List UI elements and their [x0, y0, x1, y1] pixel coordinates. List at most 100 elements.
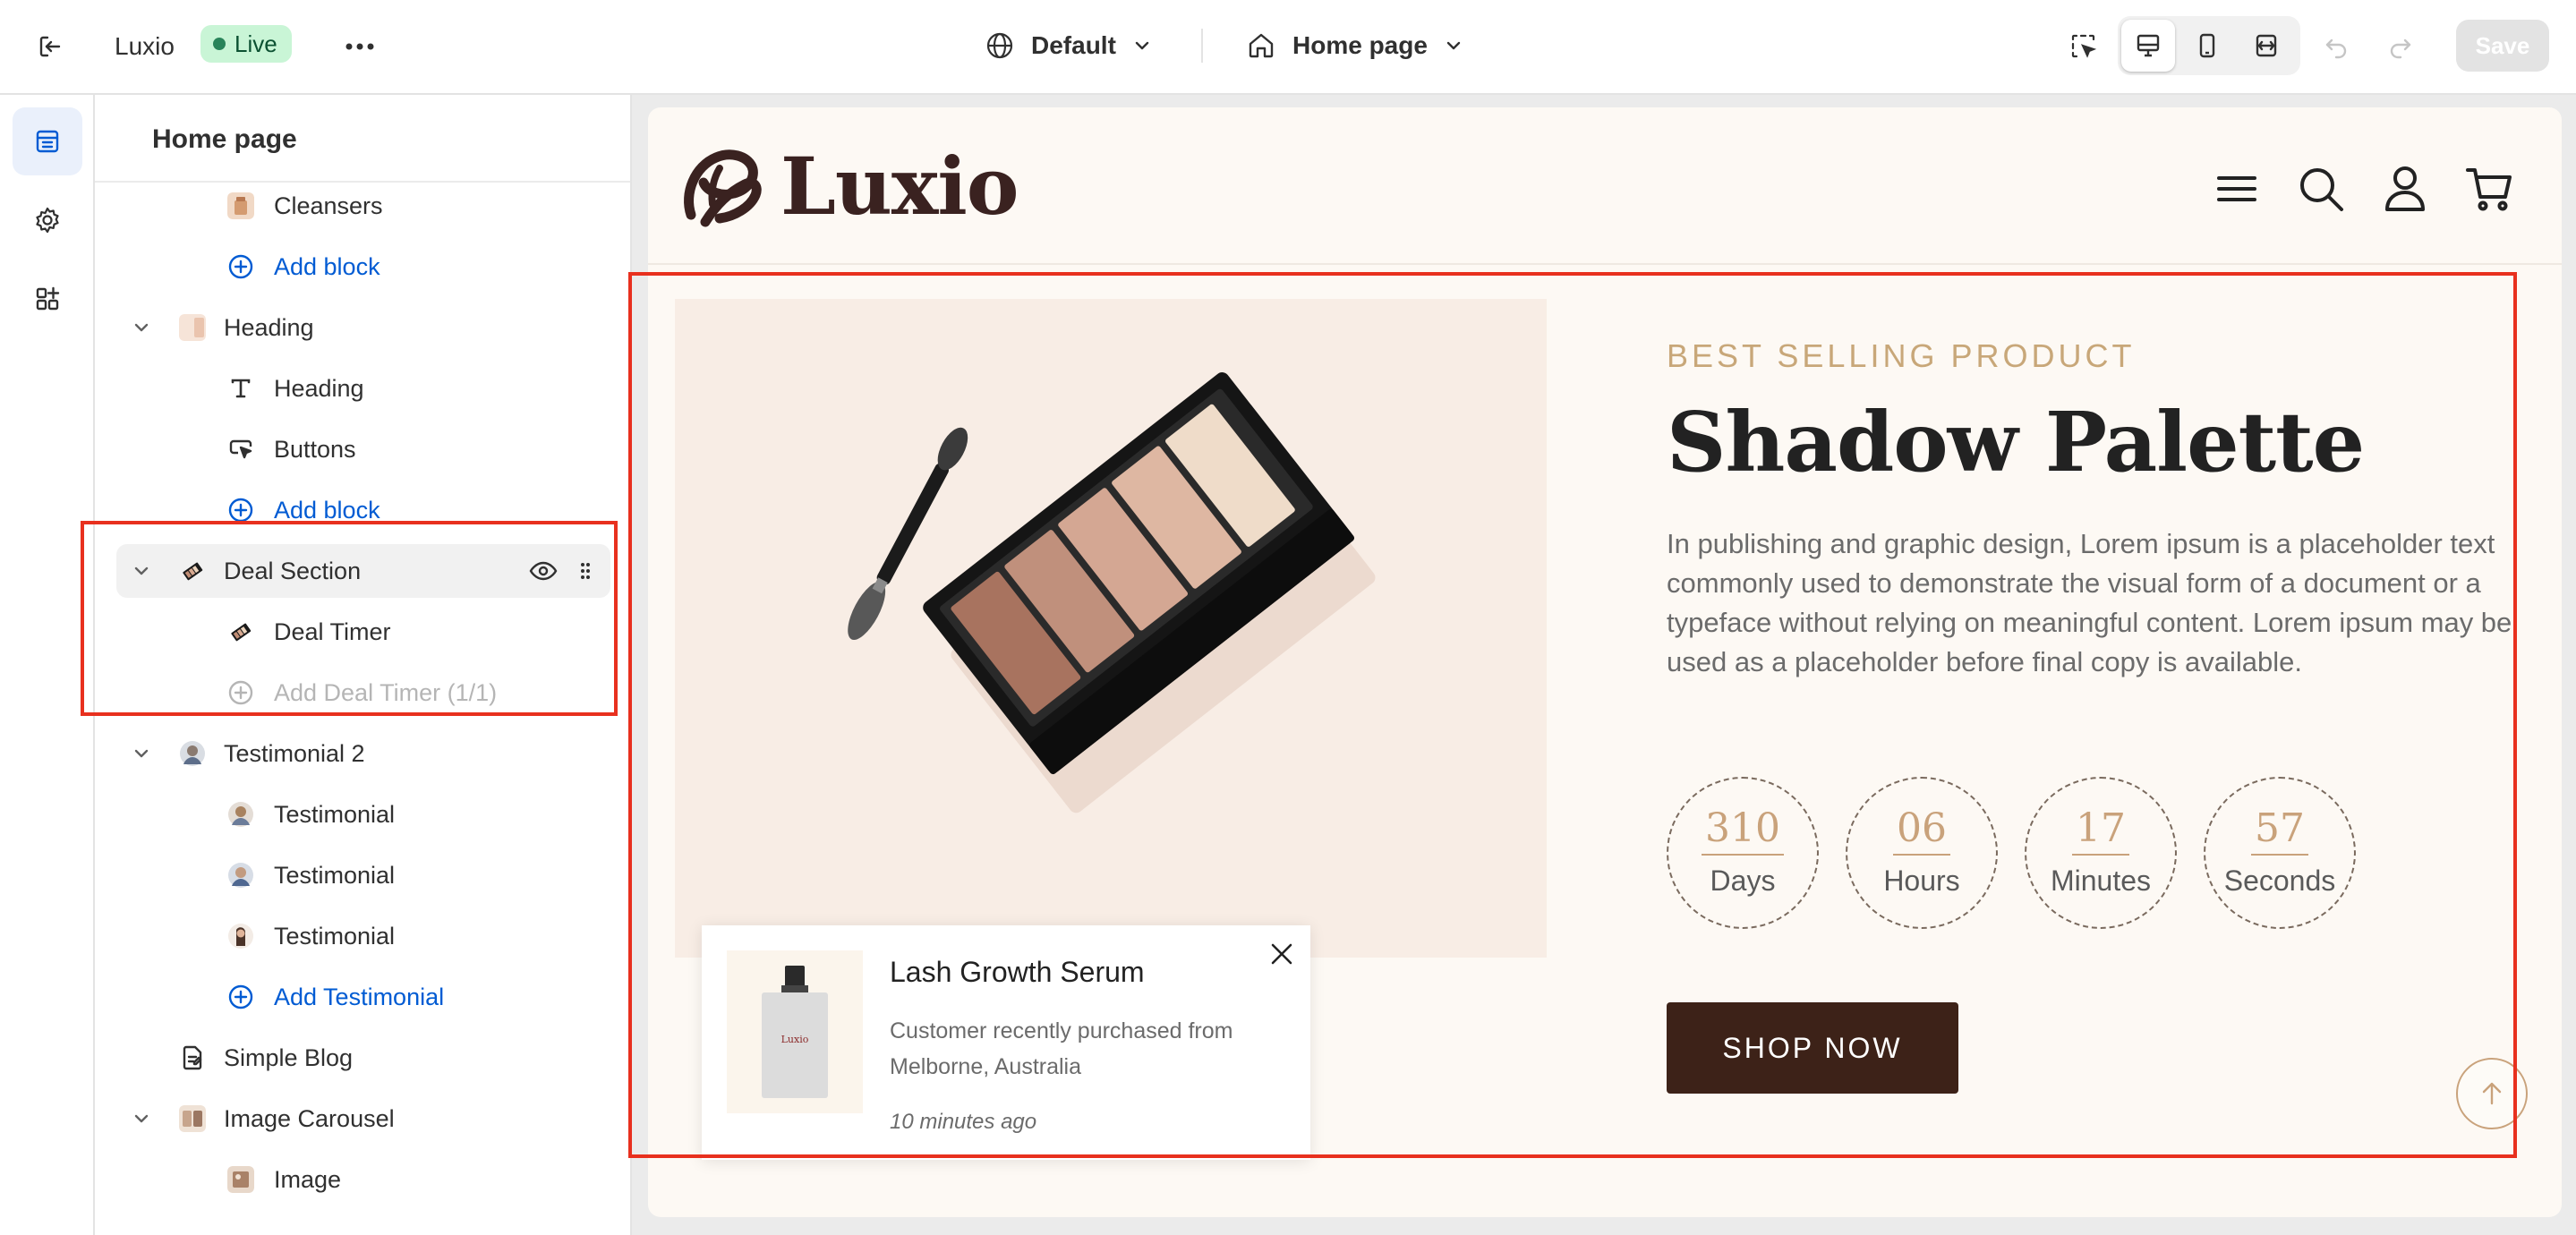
chevron-down-icon[interactable] — [131, 560, 152, 582]
section-row-image-carousel[interactable]: Image Carousel — [116, 1092, 610, 1146]
hamburger-menu-icon[interactable] — [2211, 163, 2263, 215]
save-button[interactable]: Save — [2456, 20, 2549, 72]
add-block-button[interactable]: Add block — [116, 240, 610, 294]
serum-product-image: Luxio — [727, 950, 863, 1113]
section-label: Simple Blog — [224, 1043, 354, 1071]
sections-icon[interactable] — [13, 107, 82, 175]
block-row-cleansers[interactable]: Cleansers — [116, 179, 610, 233]
site-logo[interactable]: Luxio — [675, 140, 1019, 233]
add-deal-timer-button[interactable]: Add Deal Timer (1/1) — [116, 666, 610, 720]
section-label: Testimonial 2 — [224, 739, 365, 767]
search-icon[interactable] — [2295, 163, 2347, 215]
block-row-testimonial[interactable]: Testimonial — [116, 848, 610, 902]
exit-icon[interactable] — [30, 27, 70, 66]
avatar — [227, 923, 254, 950]
add-deal-timer-label: Add Deal Timer (1/1) — [274, 678, 498, 706]
page-selector[interactable]: Home page — [1246, 23, 1463, 68]
sections-sidebar: Home page Cleansers Add block Heading He… — [95, 95, 632, 1235]
popup-timestamp: 10 minutes ago — [890, 1110, 1037, 1134]
avatar — [227, 862, 254, 889]
theme-selector[interactable]: Default — [985, 23, 1152, 68]
luxio-monogram-icon — [684, 149, 762, 227]
timer-unit: Minutes — [2050, 864, 2152, 897]
chevron-down-icon[interactable] — [131, 1108, 152, 1129]
theme-settings-gear-icon[interactable] — [13, 186, 82, 254]
cart-icon[interactable] — [2463, 163, 2515, 215]
editor-topbar: Luxio Live Default Home page Save — [0, 0, 2576, 95]
add-block-label: Add block — [274, 252, 380, 280]
close-icon[interactable] — [1264, 936, 1300, 972]
desktop-view-icon[interactable] — [2121, 20, 2175, 72]
timer-minutes: 17 Minutes — [2025, 777, 2177, 929]
image-thumbnail — [227, 1166, 254, 1193]
block-label: Testimonial — [274, 800, 396, 828]
timer-value: 310 — [1702, 805, 1784, 856]
hero-content: BEST SELLING PRODUCT Shadow Palette In p… — [1667, 335, 2562, 682]
more-options-icon[interactable] — [340, 27, 380, 66]
section-label: Image Carousel — [224, 1104, 395, 1132]
arrow-up-icon — [2482, 1082, 2502, 1105]
block-label: Testimonial — [274, 861, 396, 889]
drag-handle-icon[interactable] — [578, 560, 593, 582]
block-label: Testimonial — [274, 922, 396, 950]
hero-kicker: BEST SELLING PRODUCT — [1667, 337, 2136, 374]
mobile-view-icon[interactable] — [2180, 20, 2234, 72]
storefront-preview: Luxio BEST SELLING PRODUCT Shadow Palett… — [648, 107, 2562, 1217]
timer-days: 310 Days — [1667, 777, 1819, 929]
add-block-button[interactable]: Add block — [116, 483, 610, 537]
timer-unit: Hours — [1883, 864, 1960, 897]
full-width-view-icon[interactable] — [2239, 20, 2293, 72]
timer-value: 06 — [1893, 805, 1950, 856]
block-row-buttons[interactable]: Buttons — [116, 422, 610, 476]
plus-circle-icon — [227, 984, 254, 1010]
shop-now-button[interactable]: SHOP NOW — [1667, 1002, 1958, 1094]
section-row-heading[interactable]: Heading — [116, 301, 610, 354]
account-icon[interactable] — [2379, 163, 2431, 215]
header-icons — [2211, 163, 2515, 215]
popup-product-name: Lash Growth Serum — [890, 956, 1145, 988]
cleansers-thumbnail — [227, 192, 254, 219]
deal-countdown-timer: 310 Days 06 Hours 17 Minutes 57 Seconds — [1667, 777, 2356, 929]
timer-value: 57 — [2251, 805, 2308, 856]
eye-visibility-icon[interactable] — [528, 556, 559, 586]
shadow-palette-illustration — [848, 372, 1376, 813]
section-row-testimonial-2[interactable]: Testimonial 2 — [116, 727, 610, 780]
blog-post-icon — [179, 1044, 206, 1071]
chevron-down-icon — [1446, 41, 1461, 50]
hero-description: In publishing and graphic design, Lorem … — [1667, 528, 2512, 677]
status-dot — [213, 38, 226, 50]
block-row-testimonial[interactable]: Testimonial — [116, 909, 610, 963]
section-row-deal-section[interactable]: Deal Section — [116, 544, 610, 598]
block-row-testimonial[interactable]: Testimonial — [116, 788, 610, 841]
apps-blocks-icon[interactable] — [13, 265, 82, 333]
sidebar-title: Home page — [152, 124, 297, 154]
hero-title: Shadow Palette — [1667, 394, 2365, 490]
chevron-down-icon[interactable] — [131, 317, 152, 338]
block-label: Buttons — [274, 435, 356, 463]
palette-thumbnail — [179, 558, 206, 584]
scroll-to-top-button[interactable] — [2456, 1058, 2528, 1129]
topbar-divider — [1201, 29, 1203, 63]
plus-circle-icon — [227, 497, 254, 524]
block-row-heading[interactable]: Heading — [116, 362, 610, 415]
add-block-label: Add block — [274, 496, 380, 524]
block-row-image[interactable]: Image — [116, 1153, 610, 1206]
section-row-simple-blog[interactable]: Simple Blog — [116, 1031, 610, 1085]
add-testimonial-label: Add Testimonial — [274, 983, 445, 1010]
timer-seconds: 57 Seconds — [2204, 777, 2356, 929]
timer-value: 17 — [2072, 805, 2129, 856]
add-testimonial-button[interactable]: Add Testimonial — [116, 970, 610, 1024]
section-label: Heading — [224, 313, 314, 341]
section-label: Deal Section — [224, 557, 362, 584]
text-type-icon — [227, 375, 254, 402]
redo-icon[interactable] — [2381, 27, 2420, 66]
block-row-deal-timer[interactable]: Deal Timer — [116, 605, 610, 659]
block-label: Deal Timer — [274, 618, 391, 645]
inspector-select-icon[interactable] — [2060, 23, 2107, 70]
undo-icon[interactable] — [2316, 27, 2356, 66]
section-row-actions — [528, 555, 593, 587]
testimonial-thumbnail — [179, 740, 206, 767]
chevron-down-icon[interactable] — [131, 743, 152, 764]
button-cursor-icon — [227, 436, 254, 463]
device-switcher — [2118, 16, 2300, 75]
